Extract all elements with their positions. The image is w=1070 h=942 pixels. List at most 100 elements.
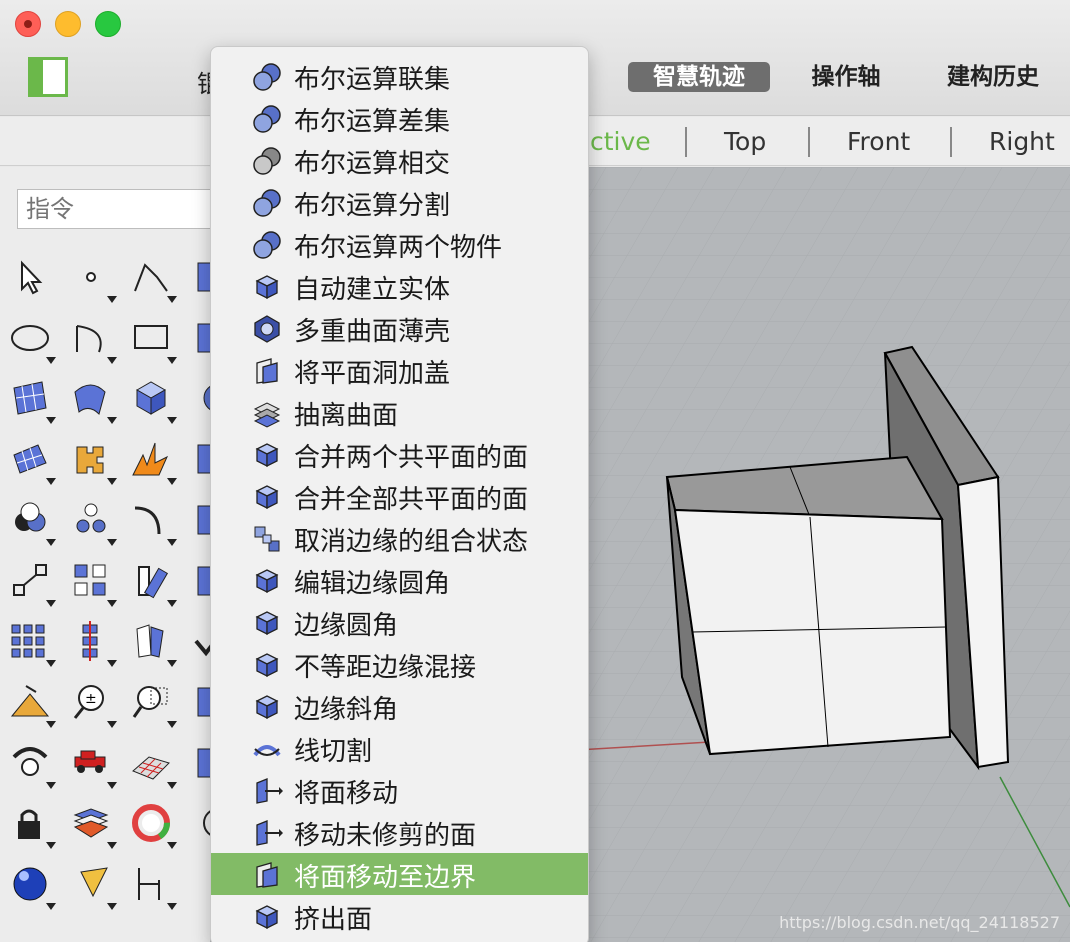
- menu-item[interactable]: 多重曲面薄壳: [211, 307, 588, 349]
- car-icon[interactable]: [69, 741, 117, 789]
- menu-item[interactable]: 编辑边缘圆角: [211, 559, 588, 601]
- menu-item-label: 抽离曲面: [294, 401, 399, 431]
- watermark: https://blog.csdn.net/qq_24118527: [779, 913, 1060, 932]
- create-solid-icon: [251, 271, 283, 303]
- menu-item[interactable]: 自动建立实体: [211, 265, 588, 307]
- boolean-split-icon: [251, 187, 283, 219]
- boolean-icon[interactable]: [8, 498, 56, 546]
- zoom-window-icon[interactable]: [129, 680, 177, 728]
- align-icon[interactable]: [69, 619, 117, 668]
- menu-item[interactable]: 布尔运算差集: [211, 97, 588, 139]
- lock-icon[interactable]: [8, 801, 56, 850]
- viewport-tab-top[interactable]: Top: [724, 127, 766, 156]
- menu-item[interactable]: 取消边缘的组合状态: [211, 517, 588, 559]
- tab-separator: [950, 127, 952, 157]
- light-icon[interactable]: [8, 680, 56, 728]
- group-icon[interactable]: [69, 498, 117, 546]
- tab-history[interactable]: 建构历史: [928, 62, 1058, 92]
- solid-tools-menu: 布尔运算联集 布尔运算差集布尔运算相交 布尔运算分割布尔运算两个物件 自动建立实体 多重…: [210, 46, 589, 942]
- menu-item[interactable]: 合并全部共平面的面: [211, 475, 588, 517]
- color-wheel-icon[interactable]: [129, 801, 177, 850]
- arc-icon[interactable]: [69, 316, 117, 364]
- menu-item[interactable]: 合并两个共平面的面: [211, 433, 588, 475]
- menu-item[interactable]: 挤出面: [211, 895, 588, 937]
- menu-item-label: 将面移动: [294, 779, 399, 809]
- extract-surface-icon: [251, 397, 283, 429]
- shell-icon: [251, 313, 283, 345]
- wire-cut-icon: [251, 733, 283, 765]
- menu-item-label: 移动未修剪的面: [294, 821, 477, 851]
- menu-item[interactable]: 布尔运算相交: [211, 139, 588, 181]
- menu-item[interactable]: 移动未修剪的面: [211, 811, 588, 853]
- menu-item[interactable]: 抽离曲面: [211, 391, 588, 433]
- box-object: [665, 455, 952, 756]
- menu-item[interactable]: 边缘斜角: [211, 685, 588, 727]
- menu-item[interactable]: 将平面洞加盖: [211, 349, 588, 391]
- close-window-button[interactable]: [15, 11, 41, 37]
- minimize-window-button[interactable]: [55, 11, 81, 37]
- menu-item[interactable]: 将面移动: [211, 769, 588, 811]
- merge-all-faces-icon: [251, 481, 283, 513]
- menu-item-label: 布尔运算相交: [294, 149, 451, 179]
- explode-icon[interactable]: [129, 437, 177, 486]
- zoom-window-button[interactable]: [95, 11, 121, 37]
- viewport-tab-front[interactable]: Front: [847, 127, 910, 156]
- spotlight-icon[interactable]: [69, 862, 117, 910]
- render-icon[interactable]: [8, 862, 56, 910]
- viewport-tab-right[interactable]: Right: [989, 127, 1055, 156]
- svg-text:±: ±: [85, 691, 97, 707]
- move-icon[interactable]: [8, 559, 56, 607]
- menu-item-label: 不等距边缘混接: [294, 653, 477, 683]
- grid-icon[interactable]: [129, 741, 177, 789]
- move-untrimmed-face-icon: [251, 817, 283, 849]
- menu-item-label: 自动建立实体: [294, 275, 451, 305]
- rotate-icon[interactable]: [129, 559, 177, 607]
- menu-item-label: 将面移动至边界: [294, 863, 477, 893]
- surface-icon[interactable]: [8, 376, 56, 425]
- menu-item[interactable]: 布尔运算两个物件: [211, 223, 588, 265]
- array-icon[interactable]: [69, 559, 117, 607]
- menu-item-label: 编辑边缘圆角: [294, 569, 451, 599]
- boolean-intersection-icon: [251, 145, 283, 177]
- menu-item-label: 合并两个共平面的面: [294, 443, 529, 473]
- menu-item[interactable]: 不等距边缘混接: [211, 643, 588, 685]
- move-face-icon: [251, 775, 283, 807]
- menu-item[interactable]: 边缘圆角: [211, 601, 588, 643]
- menu-item-label: 布尔运算两个物件: [294, 233, 503, 263]
- mesh-icon[interactable]: [8, 437, 56, 486]
- command-input[interactable]: [17, 189, 227, 229]
- mirror-icon[interactable]: [129, 619, 177, 668]
- zoom-icon[interactable]: ±: [69, 680, 117, 728]
- ellipse-icon[interactable]: [8, 316, 56, 364]
- snap-icon[interactable]: [129, 862, 177, 910]
- rectangle-icon[interactable]: [129, 316, 177, 364]
- tab-gumball[interactable]: 操作轴: [790, 62, 902, 92]
- grid-array-icon[interactable]: [8, 619, 56, 668]
- cap-icon: [251, 355, 283, 387]
- sidebar-toggle-icon[interactable]: [28, 57, 68, 97]
- polyline-icon[interactable]: [129, 255, 177, 303]
- tab-smart-track[interactable]: 智慧轨迹: [628, 62, 770, 92]
- tab-separator: [685, 127, 687, 157]
- rotate-view-icon[interactable]: [8, 741, 56, 789]
- box-icon[interactable]: [129, 376, 177, 425]
- move-face-to-boundary-icon: [251, 859, 283, 891]
- menu-item-label: 取消边缘的组合状态: [294, 527, 529, 557]
- menu-item[interactable]: 布尔运算联集: [211, 55, 588, 97]
- join-icon[interactable]: [69, 437, 117, 486]
- surface-patch-icon[interactable]: [69, 376, 117, 425]
- point-icon[interactable]: [69, 255, 117, 303]
- menu-item-label: 边缘圆角: [294, 611, 399, 641]
- chamfer-edge-icon: [251, 691, 283, 723]
- fillet-curve-icon[interactable]: [129, 498, 177, 546]
- boolean-difference-icon: [251, 103, 283, 135]
- menu-item[interactable]: 将面移动至边界: [211, 853, 588, 895]
- menu-item[interactable]: 线切割: [211, 727, 588, 769]
- boolean-union-icon: [251, 61, 283, 93]
- menu-item[interactable]: 布尔运算分割: [211, 181, 588, 223]
- menu-item-label: 挤出面: [294, 905, 373, 935]
- viewport-tab-perspective[interactable]: ctive: [590, 127, 651, 156]
- layer-icon[interactable]: [69, 801, 117, 850]
- select-icon[interactable]: [8, 255, 52, 299]
- tab-separator: [808, 127, 810, 157]
